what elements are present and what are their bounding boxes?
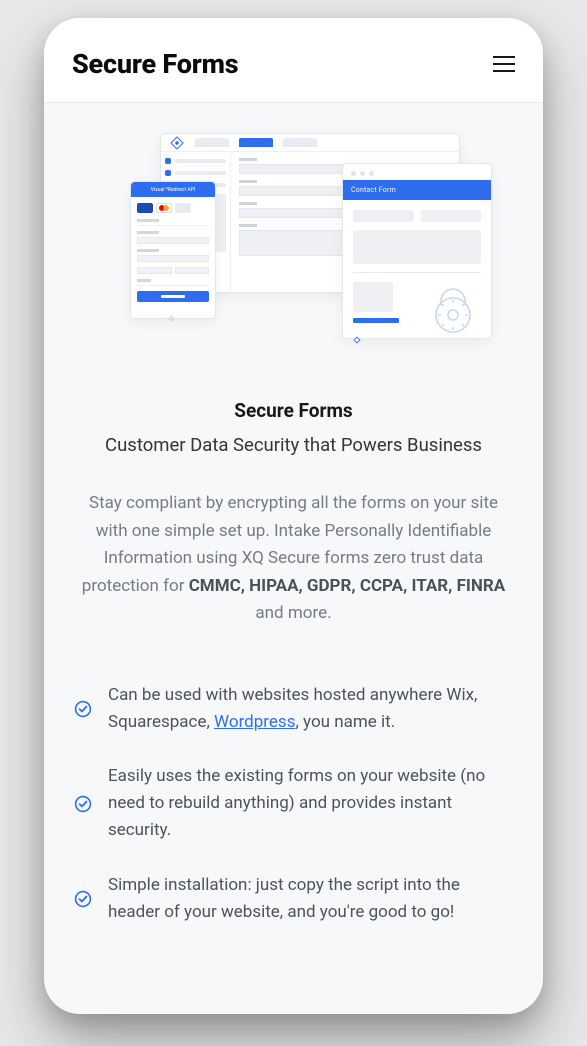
hero-subtitle: Customer Data Security that Powers Busin… <box>72 434 515 456</box>
illustration-payment-title: Visual *Redirect API <box>131 182 215 197</box>
app-title: Secure Forms <box>72 48 238 80</box>
lock-icon <box>425 281 481 337</box>
visa-icon <box>137 203 153 213</box>
hero-description-post: and more. <box>255 603 331 623</box>
feature-item: Simple installation: just copy the scrip… <box>72 872 515 926</box>
xq-logo-icon <box>168 307 178 312</box>
mobile-device-frame: Secure Forms <box>44 18 543 1014</box>
feature-text-pre: Easily uses the existing forms on your w… <box>108 766 485 840</box>
window-controls-icon <box>343 164 491 180</box>
mastercard-icon <box>156 203 172 213</box>
menu-icon[interactable] <box>493 56 515 72</box>
illustration-payment-card: Visual *Redirect API <box>130 181 216 319</box>
illustration-contact-title: Contact Form <box>343 180 491 200</box>
feature-text: Can be used with websites hosted anywher… <box>108 682 513 736</box>
feature-text: Simple installation: just copy the scrip… <box>108 872 513 926</box>
check-circle-icon <box>74 890 92 908</box>
feature-item: Can be used with websites hosted anywher… <box>72 682 515 736</box>
feature-text-post: , you name it. <box>295 712 395 732</box>
wordpress-link[interactable]: Wordpress <box>214 712 295 732</box>
check-circle-icon <box>74 700 92 718</box>
hero-description-strong: CMMC, HIPAA, GDPR, CCPA, ITAR, FINRA <box>189 576 506 596</box>
app-header: Secure Forms <box>44 18 543 103</box>
xq-logo-icon <box>353 329 365 337</box>
check-circle-icon <box>74 795 92 813</box>
feature-text: Easily uses the existing forms on your w… <box>108 763 513 844</box>
hero-title: Secure Forms <box>72 399 515 422</box>
illustration-contact-card: Contact Form <box>342 163 492 339</box>
card-icon <box>175 203 191 213</box>
xq-logo-icon <box>169 135 185 151</box>
hero-illustration: Visual *Redirect API <box>72 133 515 353</box>
main-content: Visual *Redirect API <box>44 103 543 1014</box>
illustration-submit-button <box>137 291 209 302</box>
hero-description: Stay compliant by encrypting all the for… <box>72 490 515 628</box>
feature-item: Easily uses the existing forms on your w… <box>72 763 515 844</box>
feature-text-pre: Simple installation: just copy the scrip… <box>108 875 460 922</box>
